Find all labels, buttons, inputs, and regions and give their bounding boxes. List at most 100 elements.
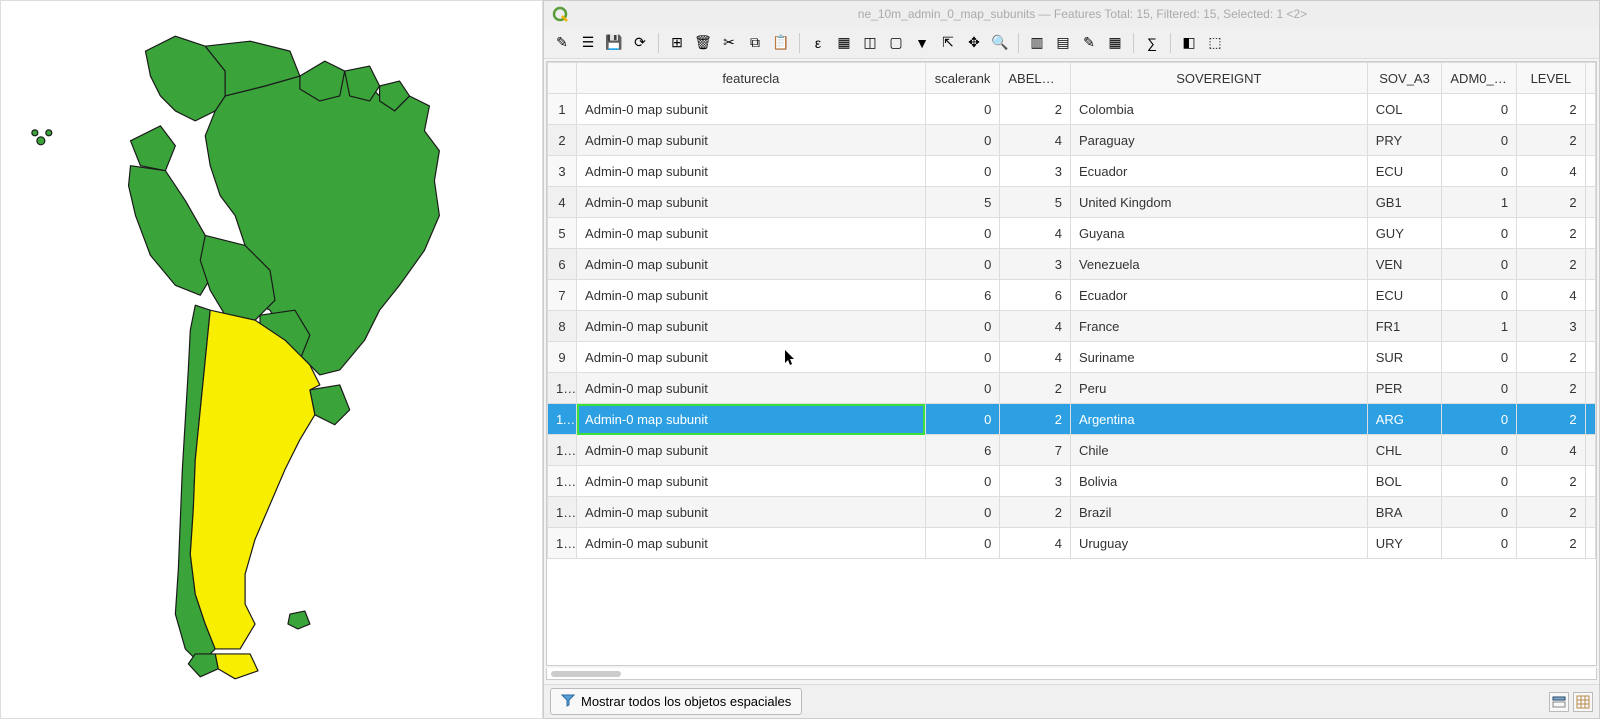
column-header[interactable]: scalerank — [925, 63, 1000, 94]
cell-level[interactable]: 2 — [1517, 373, 1585, 404]
cell-abelran[interactable]: 2 — [1000, 94, 1071, 125]
cell-overflow[interactable] — [1585, 435, 1595, 466]
cell-sovereignt[interactable]: Colombia — [1070, 94, 1367, 125]
cell-sovereignt[interactable]: Guyana — [1070, 218, 1367, 249]
cell-scalerank[interactable]: 0 — [925, 249, 1000, 280]
select-all-icon[interactable]: ▦ — [832, 31, 856, 55]
table-row[interactable]: 15Admin-0 map subunit04UruguayURY02 — [548, 528, 1596, 559]
cell-featurecla[interactable]: Admin-0 map subunit — [577, 125, 926, 156]
table-row[interactable]: 6Admin-0 map subunit03VenezuelaVEN02 — [548, 249, 1596, 280]
cell-abelran[interactable]: 5 — [1000, 187, 1071, 218]
cell-abelran[interactable]: 3 — [1000, 156, 1071, 187]
cell-overflow[interactable] — [1585, 528, 1595, 559]
move-top-icon[interactable]: ⇱ — [936, 31, 960, 55]
cell-sovereignt[interactable]: Suriname — [1070, 342, 1367, 373]
cell-adm0-dif[interactable]: 0 — [1442, 528, 1517, 559]
cell-sov-a3[interactable]: URY — [1367, 528, 1442, 559]
table-row[interactable]: 1Admin-0 map subunit02ColombiaCOL02 — [548, 94, 1596, 125]
cell-scalerank[interactable]: 5 — [925, 187, 1000, 218]
scrollbar-thumb[interactable] — [551, 671, 621, 677]
cell-scalerank[interactable]: 0 — [925, 218, 1000, 249]
cell-sov-a3[interactable]: BRA — [1367, 497, 1442, 528]
cell-overflow[interactable] — [1585, 342, 1595, 373]
table-row[interactable]: 5Admin-0 map subunit04GuyanaGUY02 — [548, 218, 1596, 249]
cell-scalerank[interactable]: 0 — [925, 497, 1000, 528]
country-ecuador[interactable] — [131, 126, 176, 171]
cell-overflow[interactable] — [1585, 280, 1595, 311]
cell-featurecla[interactable]: Admin-0 map subunit — [577, 94, 926, 125]
cell-sov-a3[interactable]: SUR — [1367, 342, 1442, 373]
cell-abelran[interactable]: 7 — [1000, 435, 1071, 466]
cell-featurecla[interactable]: Admin-0 map subunit — [577, 156, 926, 187]
cell-overflow[interactable] — [1585, 94, 1595, 125]
table-row[interactable]: 12Admin-0 map subunit67ChileCHL04 — [548, 435, 1596, 466]
cell-abelran[interactable]: 2 — [1000, 404, 1071, 435]
cell-scalerank[interactable]: 0 — [925, 125, 1000, 156]
expression-select-icon[interactable]: ε — [806, 31, 830, 55]
column-header[interactable]: featurecla — [577, 63, 926, 94]
reload-icon[interactable]: ⟳ — [628, 31, 652, 55]
horizontal-scrollbar[interactable] — [546, 668, 1597, 680]
cell-sovereignt[interactable]: United Kingdom — [1070, 187, 1367, 218]
cell-scalerank[interactable]: 0 — [925, 156, 1000, 187]
cell-abelran[interactable]: 6 — [1000, 280, 1071, 311]
cell-featurecla[interactable]: Admin-0 map subunit — [577, 218, 926, 249]
row-number[interactable]: 2 — [548, 125, 577, 156]
cell-sov-a3[interactable]: GUY — [1367, 218, 1442, 249]
attribute-table-scroll[interactable]: featureclascalerankABELRANSOVEREIGNTSOV_… — [546, 61, 1597, 666]
cell-sov-a3[interactable]: PRY — [1367, 125, 1442, 156]
cell-sovereignt[interactable]: Ecuador — [1070, 156, 1367, 187]
country-chile-tdf[interactable] — [188, 654, 218, 677]
cell-featurecla[interactable]: Admin-0 map subunit — [577, 280, 926, 311]
cell-abelran[interactable]: 3 — [1000, 466, 1071, 497]
cell-abelran[interactable]: 4 — [1000, 218, 1071, 249]
column-header[interactable]: ABELRAN — [1000, 63, 1071, 94]
cell-sov-a3[interactable]: BOL — [1367, 466, 1442, 497]
cell-overflow[interactable] — [1585, 497, 1595, 528]
cell-sovereignt[interactable]: Ecuador — [1070, 280, 1367, 311]
cell-overflow[interactable] — [1585, 249, 1595, 280]
add-feature-icon[interactable]: ⊞ — [665, 31, 689, 55]
row-number[interactable]: 11 — [548, 404, 577, 435]
cut-icon[interactable]: ✂ — [717, 31, 741, 55]
cell-level[interactable]: 3 — [1517, 311, 1585, 342]
cell-level[interactable]: 4 — [1517, 156, 1585, 187]
row-number[interactable]: 14 — [548, 497, 577, 528]
row-number[interactable]: 1 — [548, 94, 577, 125]
cell-featurecla[interactable]: Admin-0 map subunit — [577, 249, 926, 280]
row-number[interactable]: 15 — [548, 528, 577, 559]
cell-sov-a3[interactable]: GB1 — [1367, 187, 1442, 218]
cell-adm0-dif[interactable]: 0 — [1442, 156, 1517, 187]
field-calc-icon[interactable]: ∑ — [1140, 31, 1164, 55]
row-number[interactable]: 6 — [548, 249, 577, 280]
row-number[interactable]: 3 — [548, 156, 577, 187]
delete-feature-icon[interactable]: 🗑 — [691, 31, 715, 55]
table-row[interactable]: 14Admin-0 map subunit02BrazilBRA02 — [548, 497, 1596, 528]
cell-adm0-dif[interactable]: 1 — [1442, 311, 1517, 342]
cell-featurecla[interactable]: Admin-0 map subunit — [577, 311, 926, 342]
cell-abelran[interactable]: 4 — [1000, 311, 1071, 342]
cell-sov-a3[interactable]: PER — [1367, 373, 1442, 404]
cell-adm0-dif[interactable]: 0 — [1442, 125, 1517, 156]
map-canvas[interactable] — [0, 0, 543, 719]
zoom-to-icon[interactable]: 🔍 — [988, 31, 1012, 55]
cell-level[interactable]: 2 — [1517, 125, 1585, 156]
cell-featurecla[interactable]: Admin-0 map subunit — [577, 497, 926, 528]
cell-scalerank[interactable]: 6 — [925, 435, 1000, 466]
cell-sovereignt[interactable]: Chile — [1070, 435, 1367, 466]
cell-sovereignt[interactable]: Argentina — [1070, 404, 1367, 435]
row-number[interactable]: 10 — [548, 373, 577, 404]
cell-overflow[interactable] — [1585, 218, 1595, 249]
cell-abelran[interactable]: 4 — [1000, 528, 1071, 559]
cell-featurecla[interactable]: Admin-0 map subunit — [577, 187, 926, 218]
cell-featurecla[interactable]: Admin-0 map subunit — [577, 528, 926, 559]
country-uruguay[interactable] — [310, 385, 350, 425]
cell-sov-a3[interactable]: VEN — [1367, 249, 1442, 280]
multiedit-icon[interactable]: ☰ — [576, 31, 600, 55]
cell-scalerank[interactable]: 6 — [925, 280, 1000, 311]
delete-column-icon[interactable]: ▤ — [1051, 31, 1075, 55]
cell-level[interactable]: 2 — [1517, 404, 1585, 435]
table-row[interactable]: 11Admin-0 map subunit02ArgentinaARG02 — [548, 404, 1596, 435]
copy-icon[interactable]: ⧉ — [743, 31, 767, 55]
cell-overflow[interactable] — [1585, 373, 1595, 404]
